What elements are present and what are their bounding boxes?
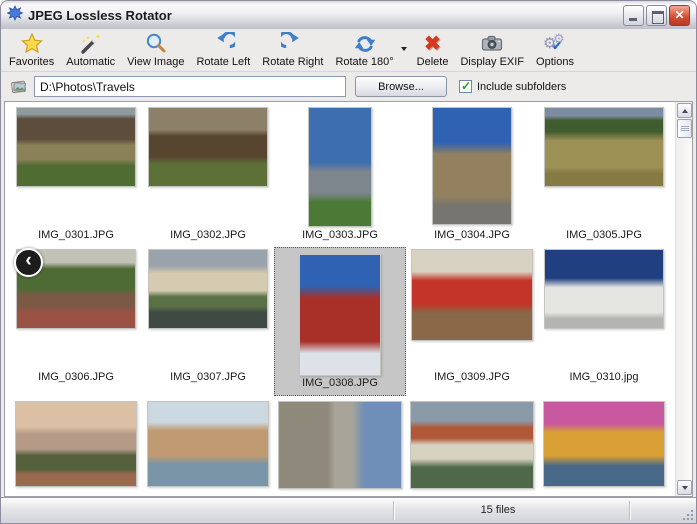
thumbnail-img-0310-jpg[interactable]: IMG_0310.jpg bbox=[538, 247, 670, 387]
window-title: JPEG Lossless Rotator bbox=[28, 8, 618, 23]
toolbar-button-label: Rotate 180° bbox=[335, 56, 393, 68]
thumbnail-image[interactable] bbox=[544, 249, 664, 329]
camera-icon bbox=[478, 32, 506, 56]
thumbnail-row3-col2[interactable] bbox=[142, 399, 274, 497]
thumbnail-row3-col5[interactable] bbox=[538, 399, 670, 497]
scroll-up-icon[interactable] bbox=[677, 103, 692, 118]
star-icon bbox=[18, 32, 46, 56]
scrollbar-thumb[interactable] bbox=[677, 119, 692, 138]
toolbar-button-label: Rotate Left bbox=[196, 56, 250, 68]
thumbnail-image[interactable] bbox=[147, 401, 269, 487]
thumbnail-image[interactable] bbox=[411, 249, 533, 341]
maximize-button[interactable] bbox=[646, 5, 667, 26]
thumbnail-filename: IMG_0310.jpg bbox=[538, 371, 670, 383]
minimize-button[interactable] bbox=[623, 5, 644, 26]
toolbar-button-label: Rotate Right bbox=[262, 56, 323, 68]
thumbnail-img-0307-jpg[interactable]: IMG_0307.JPG bbox=[142, 247, 274, 387]
thumbnail-img-0303-jpg[interactable]: IMG_0303.JPG bbox=[274, 105, 406, 245]
thumbnail-img-0301-jpg[interactable]: IMG_0301.JPG bbox=[10, 105, 142, 245]
thumbnail-image[interactable] bbox=[299, 254, 381, 376]
thumbnail-img-0302-jpg[interactable]: IMG_0302.JPG bbox=[142, 105, 274, 245]
rotate-right-icon bbox=[279, 32, 307, 56]
thumbnail-filename: IMG_0306.JPG bbox=[10, 371, 142, 383]
thumbnail-row3-col1[interactable] bbox=[10, 399, 142, 497]
thumbnail-filename: IMG_0301.JPG bbox=[10, 229, 142, 241]
window-controls bbox=[623, 5, 690, 26]
thumbnail-image[interactable] bbox=[432, 107, 512, 225]
path-bar: Browse... Include subfolders bbox=[1, 72, 696, 101]
toolbar-button-delete[interactable]: ✖Delete bbox=[411, 31, 455, 71]
toolbar-button-options[interactable]: ⚙⚙✔Options bbox=[530, 31, 580, 71]
close-button[interactable] bbox=[669, 5, 690, 26]
thumbnail-filename: IMG_0302.JPG bbox=[142, 229, 274, 241]
browse-button[interactable]: Browse... bbox=[355, 76, 447, 97]
toolbar-button-label: Options bbox=[536, 56, 574, 68]
thumbnail-img-0309-jpg[interactable]: IMG_0309.JPG bbox=[406, 247, 538, 387]
thumbnail-filename: IMG_0309.JPG bbox=[406, 371, 538, 383]
thumbnail-row3-col3[interactable] bbox=[274, 399, 406, 497]
thumbnail-image[interactable] bbox=[308, 107, 372, 227]
thumbnail-image[interactable] bbox=[15, 401, 137, 487]
thumbnail-image[interactable] bbox=[148, 107, 268, 187]
toolbar: Favorites Automatic View Image Rotate Left R… bbox=[1, 29, 696, 72]
toolbar-button-label: View Image bbox=[127, 56, 184, 68]
delete-x-icon: ✖ bbox=[419, 32, 447, 56]
scroll-down-icon[interactable] bbox=[677, 480, 692, 495]
resize-grip[interactable] bbox=[691, 518, 693, 520]
statusbar-separator bbox=[629, 501, 630, 520]
thumbnail-filename: IMG_0308.JPG bbox=[275, 377, 405, 389]
path-input[interactable] bbox=[34, 76, 346, 97]
gears-icon: ⚙⚙✔ bbox=[541, 32, 569, 56]
rotate-180-icon bbox=[351, 32, 379, 56]
thumbnail-image[interactable] bbox=[544, 107, 664, 187]
rotate-left-icon bbox=[209, 32, 237, 56]
toolbar-button-label: Delete bbox=[417, 56, 449, 68]
toolbar-button-display-exif[interactable]: Display EXIF bbox=[454, 31, 530, 71]
thumbnail-row3-col4[interactable] bbox=[406, 399, 538, 497]
app-icon bbox=[7, 5, 23, 26]
toolbar-button-favorites[interactable]: Favorites bbox=[3, 31, 60, 71]
title-bar[interactable]: JPEG Lossless Rotator bbox=[1, 1, 696, 29]
magnifier-icon bbox=[142, 32, 170, 56]
toolbar-button-label: Favorites bbox=[9, 56, 54, 68]
app-window: JPEG Lossless Rotator Favorites Automatic… bbox=[0, 0, 697, 524]
folder-photos-icon[interactable] bbox=[6, 75, 31, 98]
toolbar-button-view-image[interactable]: View Image bbox=[121, 31, 190, 71]
toolbar-button-rotate-left[interactable]: Rotate Left bbox=[190, 31, 256, 71]
thumbnail-filename: IMG_0304.JPG bbox=[406, 229, 538, 241]
thumbnail-filename: IMG_0307.JPG bbox=[142, 371, 274, 383]
statusbar-separator bbox=[393, 501, 394, 520]
toolbar-button-automatic[interactable]: Automatic bbox=[60, 31, 121, 71]
magic-wand-icon bbox=[77, 32, 105, 56]
toolbar-button-label: Automatic bbox=[66, 56, 115, 68]
thumbnail-img-0304-jpg[interactable]: IMG_0304.JPG bbox=[406, 105, 538, 245]
include-subfolders-checkbox[interactable] bbox=[459, 80, 472, 93]
thumbnail-image[interactable] bbox=[16, 107, 136, 187]
thumbnail-area: IMG_0301.JPGIMG_0302.JPGIMG_0303.JPGIMG_… bbox=[4, 101, 693, 497]
thumbnail-image[interactable] bbox=[410, 401, 534, 489]
toolbar-button-rotate-right[interactable]: Rotate Right bbox=[256, 31, 329, 71]
vertical-scrollbar[interactable] bbox=[675, 102, 692, 496]
toolbar-button-label: Display EXIF bbox=[460, 56, 524, 68]
include-subfolders-label: Include subfolders bbox=[477, 81, 566, 93]
thumbnail-img-0305-jpg[interactable]: IMG_0305.JPG bbox=[538, 105, 670, 245]
thumbnail-image[interactable] bbox=[148, 249, 268, 329]
toolbar-button-rotate-180[interactable]: Rotate 180° bbox=[329, 31, 399, 71]
file-count-text: 15 files bbox=[453, 504, 543, 516]
thumbnail-filename: IMG_0305.JPG bbox=[538, 229, 670, 241]
thumbnail-image[interactable] bbox=[278, 401, 402, 489]
previous-page-button[interactable]: ‹ bbox=[14, 248, 43, 277]
thumbnail-filename: IMG_0303.JPG bbox=[274, 229, 406, 241]
rotate-180-dropdown-arrow-icon[interactable] bbox=[401, 47, 407, 51]
thumbnail-image[interactable] bbox=[543, 401, 665, 487]
thumbnail-img-0308-jpg[interactable]: IMG_0308.JPG bbox=[274, 247, 406, 396]
chevron-left-icon: ‹ bbox=[25, 250, 31, 272]
status-bar: 15 files bbox=[1, 497, 696, 523]
